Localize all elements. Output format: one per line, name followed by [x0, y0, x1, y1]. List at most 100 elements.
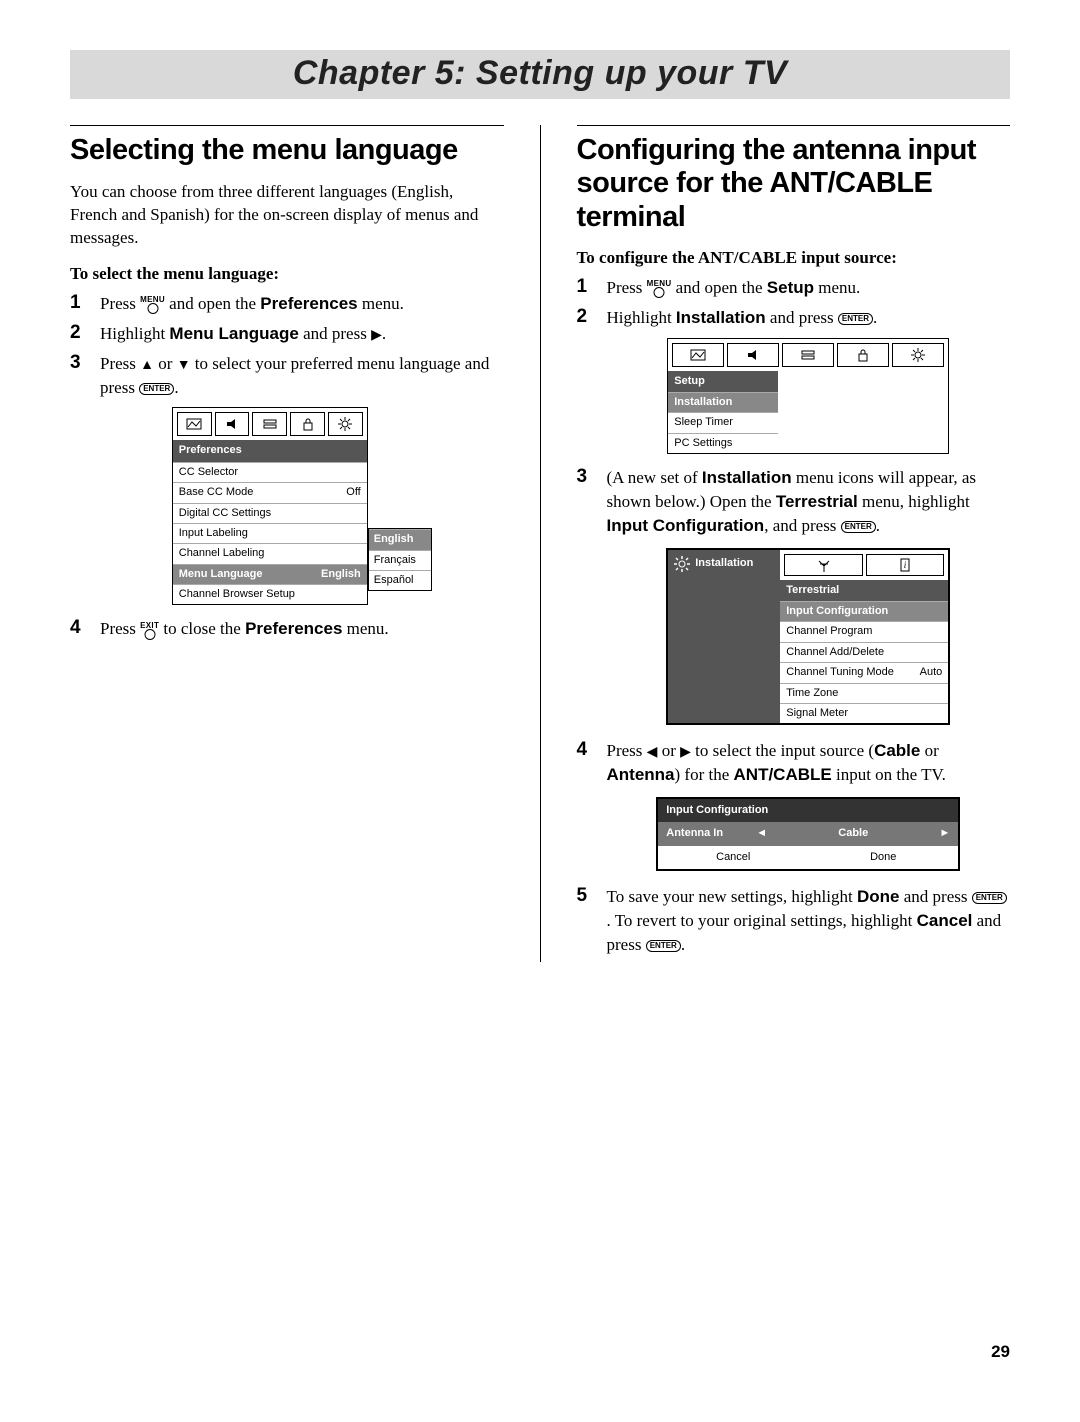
setup-figure: Setup Installation Sleep Timer PC Settin… [667, 338, 949, 455]
up-arrow-icon: ▲ [140, 358, 154, 373]
preferences-icon [782, 343, 834, 367]
left-arrow-icon: ◄ [756, 826, 767, 841]
steps-left: Press MENU and open the Preferences menu… [70, 292, 504, 641]
section-heading-left: Selecting the menu language [70, 134, 504, 167]
label: Channel Tuning Mode [786, 665, 894, 680]
rule [70, 125, 504, 126]
text: Press [100, 354, 140, 373]
tab-row: i [780, 550, 948, 580]
bold: ANT/CABLE [734, 765, 832, 784]
text: ) for the [675, 765, 734, 784]
label: Installation [674, 395, 732, 410]
right-arrow-icon: ▶ [680, 745, 691, 760]
text: To save your new settings, highlight [607, 887, 857, 906]
dropdown-option: Français [369, 550, 431, 570]
down-arrow-icon: ▼ [177, 358, 191, 373]
text: Highlight [607, 308, 676, 327]
text: and open the [671, 278, 766, 297]
text: . [681, 935, 685, 954]
menu-row: Digital CC Settings [173, 503, 367, 523]
done-button-label: Done [808, 846, 958, 869]
terrestrial-tab-icon [784, 554, 863, 576]
picture-icon [177, 412, 212, 436]
bold: Menu Language [169, 324, 298, 343]
info-tab-icon: i [866, 554, 945, 576]
row-label: Antenna In [666, 826, 756, 841]
menu-key-icon: MENU [647, 280, 672, 298]
content-columns: Selecting the menu language You can choo… [70, 125, 1010, 962]
bold: Preferences [245, 619, 342, 638]
preferences-figure: Preferences CC Selector Base CC ModeOff … [172, 407, 432, 605]
text: (A new set of [607, 468, 702, 487]
dropdown-option-selected: English [369, 529, 431, 549]
step-2: Highlight Menu Language and press ▶. [70, 322, 504, 346]
step-3: Press ▲ or ▼ to select your preferred me… [70, 352, 504, 606]
text: Press [607, 278, 647, 297]
picture-icon [672, 343, 724, 367]
text: or [657, 741, 680, 760]
text: to close the [159, 619, 245, 638]
text: Press [607, 741, 647, 760]
panel-title: Input Configuration [658, 799, 958, 822]
menu-row-selected: Input Configuration [780, 601, 948, 621]
label: Time Zone [786, 686, 838, 701]
value: Off [346, 485, 360, 500]
chapter-title: Chapter 5: Setting up your TV [70, 54, 1010, 93]
label: Input Configuration [786, 604, 888, 619]
bold: Cable [874, 741, 920, 760]
subheading-right: To configure the ANT/CABLE input source: [577, 248, 1011, 268]
menu-icon-row [668, 339, 948, 371]
menu-row: Channel Browser Setup [173, 584, 367, 604]
text: and press [299, 324, 371, 343]
bold: Input Configuration [607, 516, 765, 535]
page: Chapter 5: Setting up your TV Selecting … [0, 0, 1080, 1422]
menu-row-selected: Installation [668, 392, 778, 412]
text: or [154, 354, 177, 373]
label: Channel Program [786, 624, 872, 639]
panel-title: Terrestrial [780, 580, 948, 601]
step-2: Highlight Installation and press ENTER. [577, 306, 1011, 454]
bold: Installation [676, 308, 766, 327]
preferences-icon [252, 412, 287, 436]
menu-row: Input Labeling [173, 523, 367, 543]
intro-paragraph: You can choose from three different lang… [70, 181, 504, 250]
text: input on the TV. [832, 765, 946, 784]
menu-row-selected: Menu LanguageEnglish [173, 564, 367, 584]
text: Highlight [100, 324, 169, 343]
installation-left-pane: Installation [668, 550, 780, 724]
menu-key-icon: MENU [140, 296, 165, 314]
menu-row: Sleep Timer [668, 412, 778, 432]
gear-icon [674, 556, 690, 572]
section-heading-right: Configuring the antenna input source for… [577, 134, 1011, 234]
label: Channel Add/Delete [786, 645, 884, 660]
text: to select the input source ( [691, 741, 874, 760]
right-arrow-icon: ▶ [371, 328, 382, 343]
menu-row: Channel Labeling [173, 543, 367, 563]
exit-key-icon: EXIT [140, 622, 159, 640]
label: Digital CC Settings [179, 506, 271, 521]
page-number: 29 [70, 1342, 1010, 1362]
bold: Cancel [917, 911, 973, 930]
lock-icon [837, 343, 889, 367]
language-dropdown: English Français Español [368, 528, 432, 591]
row-value: Cable [767, 826, 939, 841]
rule [577, 125, 1011, 126]
label: Channel Labeling [179, 546, 265, 561]
text: menu. [358, 294, 404, 313]
menu-row: Time Zone [780, 683, 948, 703]
label: Sleep Timer [674, 415, 733, 430]
enter-key-icon: ENTER [838, 313, 873, 325]
value: English [321, 567, 361, 582]
bold: Done [857, 887, 900, 906]
text: menu. [814, 278, 860, 297]
menu-row: Channel Tuning ModeAuto [780, 662, 948, 682]
menu-row: PC Settings [668, 433, 778, 453]
label: Input Labeling [179, 526, 248, 541]
text: and press [766, 308, 838, 327]
input-config-figure: Input Configuration Antenna In ◄ Cable ►… [656, 797, 960, 871]
label: Signal Meter [786, 706, 848, 721]
bold: Setup [767, 278, 814, 297]
step-4: Press EXIT to close the Preferences menu… [70, 617, 504, 641]
text: , and press [764, 516, 840, 535]
steps-right: Press MENU and open the Setup menu. High… [577, 276, 1011, 956]
